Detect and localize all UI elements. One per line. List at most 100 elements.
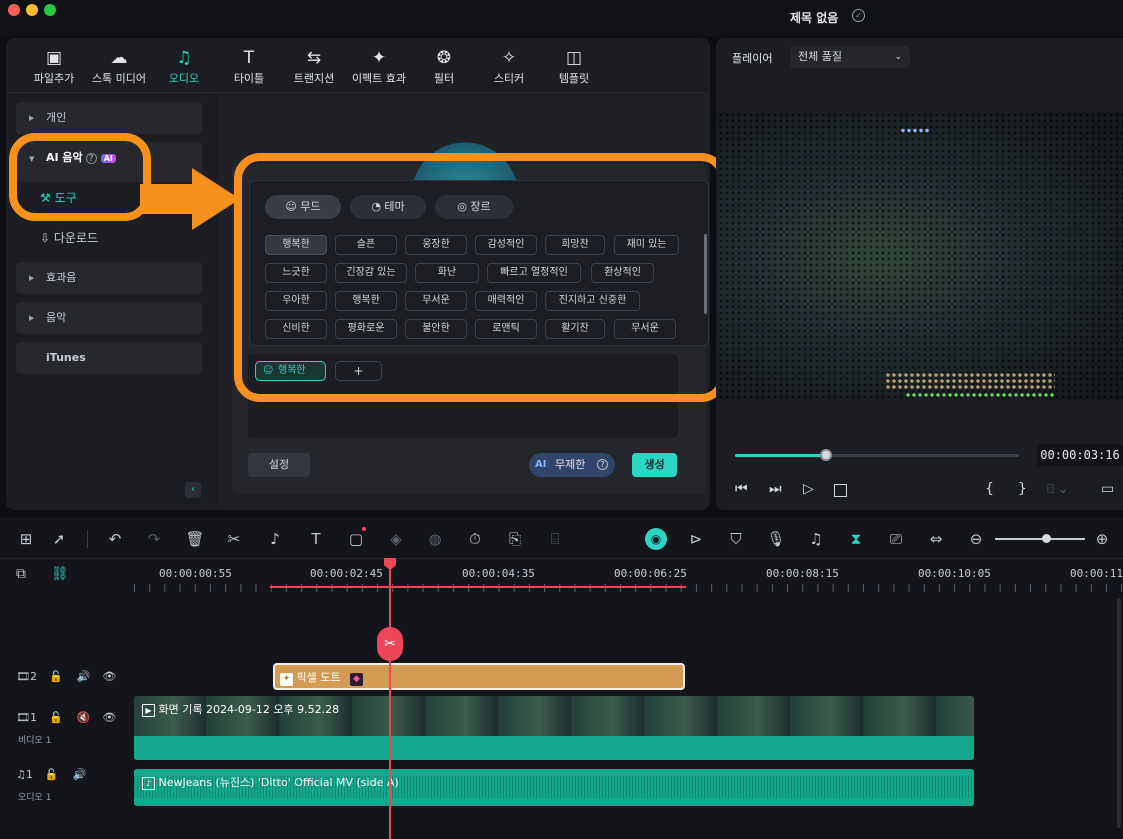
delete-icon[interactable]: 🗑: [184, 530, 206, 548]
next-frame-button[interactable]: ⏭: [769, 481, 782, 497]
eye-icon[interactable]: 👁: [102, 670, 116, 683]
unlimited-badge[interactable]: AI 무제한?: [529, 453, 615, 477]
text-tool-icon[interactable]: T: [305, 530, 327, 548]
ai-copilot-icon[interactable]: ◉: [645, 528, 667, 550]
auto-caption-icon[interactable]: ⎘: [504, 530, 526, 548]
chevron-right-icon: ▶: [29, 274, 35, 282]
fit-timeline-icon[interactable]: ⇔: [925, 530, 947, 548]
quality-select[interactable]: 전체 품질 ⌄: [790, 46, 910, 68]
undo-icon[interactable]: ↶: [104, 530, 126, 548]
playback-scrubber[interactable]: [819, 449, 832, 461]
ruler-label: 00:00:04:35: [462, 567, 535, 580]
hud-dots: [885, 372, 1055, 390]
select-tool-icon[interactable]: ➚: [48, 530, 70, 548]
color-icon[interactable]: ◍: [424, 530, 446, 548]
template-icon: ◫: [565, 48, 583, 68]
track-video-1-icons: 🎞1 🔓 🔇 👁: [16, 711, 117, 724]
crop-icon[interactable]: ▢: [345, 530, 367, 548]
toolbar-templates[interactable]: ◫ 템플릿: [534, 48, 614, 86]
speed-icon[interactable]: ⏱: [464, 530, 486, 548]
ruler-label: 00:00:08:15: [766, 567, 839, 580]
microphone-icon[interactable]: 🎙: [765, 530, 787, 548]
eye-icon[interactable]: 👁: [102, 711, 116, 724]
mute-icon[interactable]: 🔇: [77, 711, 91, 724]
audio-clip-label: ♪ NewJeans (뉴진스) 'Ditto' Official MV (si…: [142, 774, 399, 790]
settings-button[interactable]: 설정: [248, 453, 310, 477]
help-icon[interactable]: ?: [597, 459, 608, 470]
timecode-display: 00:00:03:16: [1037, 444, 1123, 466]
stop-button[interactable]: [834, 484, 847, 497]
snap-icon[interactable]: ⧗: [845, 530, 867, 548]
mask-icon[interactable]: ◈: [385, 530, 407, 548]
close-window-button[interactable]: [8, 4, 20, 16]
prev-frame-button[interactable]: ⏮: [735, 481, 748, 497]
audio-edit-icon[interactable]: ♪: [264, 530, 286, 548]
speaker-icon[interactable]: 🔊: [77, 670, 91, 683]
download-icon: ⇩: [40, 231, 51, 245]
zoom-slider[interactable]: [995, 538, 1085, 540]
timeline-divider: [0, 558, 1123, 559]
track-2-icons: 🎞2 🔓 🔊 👁: [16, 670, 117, 683]
translate-icon[interactable]: ⌸: [544, 530, 566, 548]
chevron-down-icon: ⌄: [894, 52, 902, 62]
timeline-scrollbar[interactable]: [1117, 598, 1121, 828]
redo-icon[interactable]: ↷: [143, 530, 165, 548]
playhead-line[interactable]: [389, 566, 391, 839]
range-selection[interactable]: [270, 586, 686, 588]
sidebar-item-personal[interactable]: ▶ 개인: [16, 102, 202, 134]
mark-out-button[interactable]: }: [1018, 481, 1027, 497]
ruler-label: 00:00:11:: [1070, 567, 1123, 580]
toolbar-separator: [87, 530, 88, 548]
ruler-label: 00:00:10:05: [918, 567, 991, 580]
check-icon: ✓: [852, 9, 865, 22]
audio-track-icon: ♫: [16, 768, 26, 781]
toolbar-divider: [8, 92, 708, 93]
highlight-mood-picker: [234, 153, 727, 402]
track-audio-1-icons: ♫1 🔓 🔊: [16, 768, 87, 781]
lock-icon[interactable]: 🔓: [45, 768, 59, 781]
speaker-icon[interactable]: 🔊: [73, 768, 87, 781]
zoom-window-button[interactable]: [44, 4, 56, 16]
hud-health-bar: [905, 392, 1055, 398]
sidebar-item-music[interactable]: ▶ 음악: [16, 302, 202, 334]
snapshot-icon[interactable]: ⌼ ⌄: [1047, 482, 1068, 497]
sidebar-item-download[interactable]: ⇩ 다운로드: [40, 229, 98, 246]
link-icon[interactable]: ⛓: [51, 566, 69, 582]
track-label: 비디오 1: [18, 736, 52, 746]
ruler-label: 00:00:02:45: [310, 567, 383, 580]
add-track-icon[interactable]: ⧉: [16, 566, 26, 582]
lock-icon[interactable]: 🔓: [49, 711, 63, 724]
zoom-slider-knob[interactable]: [1042, 534, 1051, 543]
auto-reframe-icon[interactable]: ⎚: [885, 530, 907, 548]
highlight-ai-music: [9, 133, 151, 221]
mark-in-button[interactable]: {: [985, 481, 994, 497]
ruler-label: 00:00:00:55: [159, 567, 232, 580]
render-preview-icon[interactable]: ⊳: [685, 530, 707, 548]
sidebar-item-sfx[interactable]: ▶ 효과음: [16, 262, 202, 294]
project-title[interactable]: 제목 없음: [790, 9, 838, 26]
playback-progress: [735, 454, 826, 457]
layout-icon[interactable]: ⊞: [15, 530, 37, 548]
collapse-sidebar-button[interactable]: ‹: [185, 482, 201, 498]
effect-clip-label: ✦ 픽셀 도트 ◆: [280, 669, 363, 686]
display-settings-icon[interactable]: ▭: [1101, 481, 1114, 497]
marker-icon[interactable]: ⛉: [725, 530, 747, 548]
lock-icon[interactable]: 🔓: [49, 670, 63, 683]
player-label: 플레이어: [732, 52, 773, 65]
track-type-icon: 🎞: [16, 670, 30, 683]
split-scissors-icon[interactable]: ✂: [377, 627, 403, 661]
chevron-right-icon: ▶: [29, 114, 35, 122]
play-button[interactable]: ▷: [803, 481, 814, 497]
sidebar-item-itunes[interactable]: iTunes: [16, 342, 202, 374]
zoom-out-icon[interactable]: ⊖: [965, 530, 987, 548]
cut-icon[interactable]: ✂: [223, 530, 245, 548]
generate-button[interactable]: 생성: [632, 453, 677, 477]
zoom-in-icon[interactable]: ⊕: [1091, 530, 1113, 548]
track-label: 오디오 1: [18, 793, 52, 803]
audio-mix-icon[interactable]: ♫: [805, 530, 827, 548]
video-clip-label: ▶ 화면 기록 2024-09-12 오후 9.52.28: [142, 701, 339, 717]
effect-icon: ✦: [280, 673, 293, 686]
minimize-window-button[interactable]: [26, 4, 38, 16]
pixel-dot-overlay: [718, 112, 1123, 400]
highlight-arrow: [140, 168, 240, 230]
